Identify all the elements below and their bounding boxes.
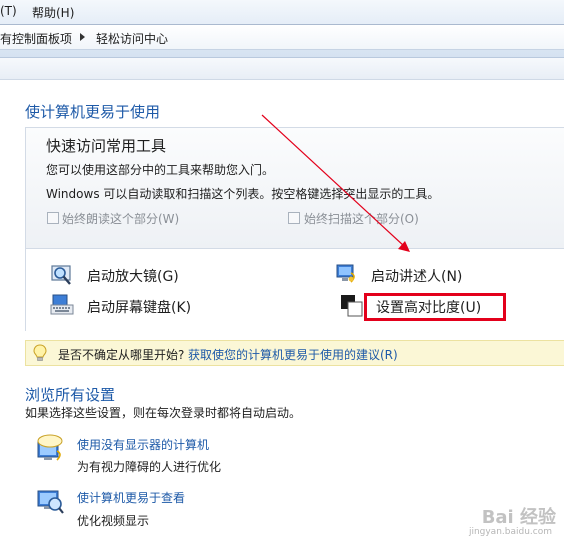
always-scan-label[interactable]: 始终扫描这个部分(O) bbox=[304, 210, 419, 227]
page-title: 使计算机更易于使用 bbox=[25, 103, 161, 121]
annotation-highlight-box bbox=[364, 293, 506, 321]
breadcrumb-item-control-panel[interactable]: 有控制面板项 bbox=[0, 30, 72, 47]
lightbulb-icon bbox=[33, 344, 47, 361]
always-read-label[interactable]: 始终朗读这个部分(W) bbox=[62, 210, 179, 227]
make-easier-to-see-link[interactable]: 使计算机更易于查看 bbox=[77, 489, 185, 506]
make-easier-to-see-description: 优化视频显示 bbox=[77, 514, 150, 528]
use-without-display-link[interactable]: 使用没有显示器的计算机 bbox=[77, 436, 209, 453]
narrator-icon[interactable] bbox=[335, 263, 359, 287]
quick-access-intro: 您可以使用这部分中的工具来帮助您入门。 bbox=[46, 163, 275, 177]
on-screen-keyboard-icon[interactable] bbox=[50, 293, 74, 317]
no-display-computer-icon[interactable] bbox=[35, 434, 65, 464]
quick-access-instructions: Windows 可以自动读取和扫描这个列表。按空格键选择突出显示的工具。 bbox=[46, 187, 440, 201]
start-on-screen-keyboard-link[interactable]: 启动屏幕键盘(K) bbox=[87, 297, 191, 317]
menu-tools[interactable]: (T) bbox=[0, 4, 17, 18]
browse-settings-heading: 浏览所有设置 bbox=[25, 386, 116, 404]
high-contrast-icon[interactable] bbox=[340, 294, 364, 318]
menu-help[interactable]: 帮助(H) bbox=[32, 4, 74, 21]
start-magnifier-link[interactable]: 启动放大镜(G) bbox=[87, 266, 179, 286]
browse-settings-description: 如果选择这些设置，则在每次登录时都将自动启动。 bbox=[25, 406, 302, 420]
tip-text: 是否不确定从哪里开始? bbox=[58, 348, 185, 362]
baidu-watermark-url: jingyan.baidu.com bbox=[468, 527, 552, 537]
start-narrator-link[interactable]: 启动讲述人(N) bbox=[371, 266, 462, 286]
always-read-checkbox[interactable] bbox=[47, 212, 59, 224]
baidu-watermark: Bai 经验 bbox=[481, 507, 556, 528]
always-scan-checkbox[interactable] bbox=[288, 212, 300, 224]
breadcrumb-separator-icon[interactable] bbox=[80, 33, 85, 41]
get-recommendations-link[interactable]: 获取使您的计算机更易于使用的建议(R) bbox=[188, 346, 398, 363]
magnifier-icon[interactable] bbox=[50, 263, 74, 287]
easier-to-see-icon[interactable] bbox=[35, 485, 65, 515]
menu-bar bbox=[0, 58, 564, 80]
breadcrumb-item-ease-of-access[interactable]: 轻松访问中心 bbox=[96, 30, 168, 47]
use-without-display-description: 为有视力障碍的人进行优化 bbox=[77, 460, 222, 474]
quick-access-title: 快速访问常用工具 bbox=[46, 137, 167, 155]
